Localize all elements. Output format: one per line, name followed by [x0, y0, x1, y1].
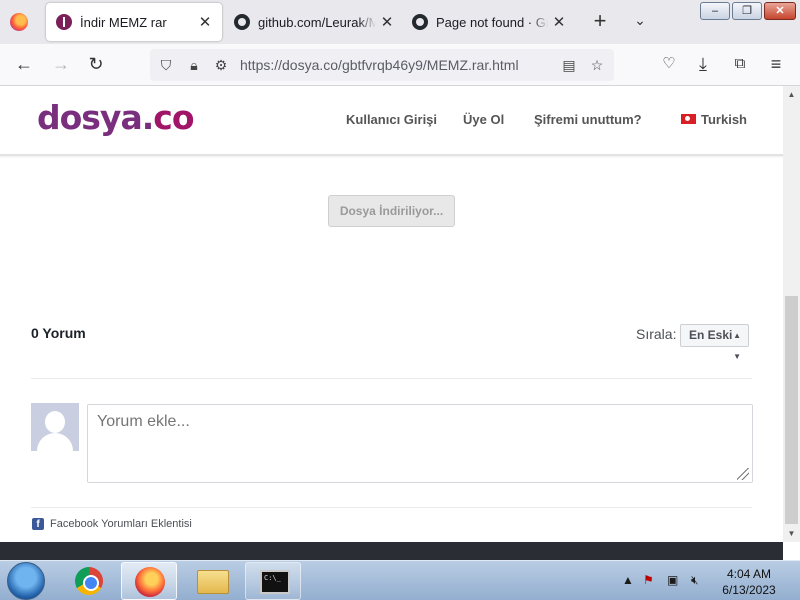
clock-time: 4:04 AM	[726, 567, 772, 581]
comment-input[interactable]	[87, 404, 753, 483]
taskbar-chrome[interactable]	[60, 562, 116, 600]
avatar	[31, 403, 79, 451]
scroll-up-icon[interactable]: ▲	[783, 86, 800, 103]
clock[interactable]: 4:04 AM 6/13/2023	[712, 566, 786, 598]
taskbar-file-explorer[interactable]	[184, 562, 240, 600]
dosya-icon	[56, 14, 72, 30]
url-text[interactable]: https://dosya.co/gbtfvrqb46y9/MEMZ.rar.h…	[240, 57, 519, 73]
permissions-icon[interactable]: ⚙	[212, 56, 230, 74]
firefox-view-icon[interactable]	[10, 13, 28, 31]
menu-login-link[interactable]: Kullanıcı Girişi	[346, 112, 437, 127]
start-button[interactable]	[7, 562, 45, 600]
scroll-thumb[interactable]	[785, 296, 798, 524]
chrome-icon	[75, 567, 103, 595]
plugin-label: Facebook Yorumları Eklentisi	[50, 518, 192, 530]
address-bar[interactable]: ⛉ 🔒︎ ⚙ https://dosya.co/gbtfvrqb46y9/MEM…	[150, 49, 614, 81]
tab-label: İndir MEMZ rar	[80, 14, 167, 30]
action-center-icon[interactable]: ⚑	[643, 573, 654, 587]
site-logo[interactable]: dosya.co	[37, 98, 195, 137]
comment-count: 0 Yorum	[31, 325, 86, 341]
sort-select[interactable]: En Eski ▲ ▼	[680, 324, 749, 361]
resize-handle-icon[interactable]	[737, 468, 749, 480]
logo-co-text: co	[153, 98, 194, 137]
taskbar-command-prompt[interactable]: C:\_	[245, 562, 301, 600]
clock-date: 6/13/2023	[722, 583, 776, 597]
page-content: dosya.co Kullanıcı Girişi Üye Ol Şifremi…	[0, 86, 783, 542]
turkey-flag-icon	[681, 114, 696, 124]
github-icon	[412, 14, 428, 30]
tab-github-memz[interactable]: github.com/Leurak/MEMZ ✕	[226, 0, 404, 44]
sort-label: Sırala:	[636, 326, 677, 342]
sort-arrows-icon: ▲ ▼	[733, 331, 741, 361]
language-selector[interactable]: Turkish	[681, 112, 747, 127]
lock-icon[interactable]: 🔒︎	[185, 56, 203, 74]
menu-register-link[interactable]: Üye Ol	[463, 112, 504, 127]
taskbar-firefox[interactable]	[121, 562, 177, 600]
logo-text: dosya.	[37, 98, 154, 137]
close-window-button[interactable]: ✕	[764, 2, 796, 20]
tab-dosya[interactable]: İndir MEMZ rar ✕	[46, 3, 222, 41]
download-button[interactable]: Dosya İndiriliyor...	[328, 195, 455, 227]
minimize-button[interactable]: ‒	[700, 2, 730, 20]
bookmark-star-icon[interactable]: ☆	[588, 56, 606, 74]
show-hidden-icons[interactable]: ▲	[622, 573, 634, 587]
network-icon[interactable]: ▣	[667, 573, 678, 587]
downloads-icon[interactable]: ⤓	[691, 53, 715, 77]
restore-button[interactable]: ❐	[732, 2, 762, 20]
scroll-down-icon[interactable]: ▼	[783, 525, 800, 542]
folder-icon	[197, 570, 229, 594]
tab-label: github.com/Leurak/MEMZ	[258, 14, 376, 30]
shield-icon[interactable]: ⛉	[157, 56, 175, 74]
divider	[31, 378, 752, 379]
back-icon[interactable]: ←	[12, 53, 36, 77]
page-footer-band	[0, 542, 783, 560]
close-tab-icon[interactable]: ✕	[194, 13, 216, 31]
tab-label: Page not found · GitHub	[436, 14, 548, 30]
forward-icon[interactable]: →	[49, 53, 73, 77]
menu-forgot-password-link[interactable]: Şifremi unuttum?	[534, 112, 642, 127]
list-all-tabs-icon[interactable]: ⌄	[630, 12, 650, 32]
menu-icon[interactable]: ≡	[764, 53, 788, 77]
tab-github-notfound[interactable]: Page not found · GitHub ✕	[404, 0, 576, 44]
facebook-icon: f	[32, 518, 44, 530]
divider	[31, 507, 752, 508]
pocket-icon[interactable]: ♡	[657, 53, 681, 77]
firefox-icon	[135, 567, 165, 597]
site-header: dosya.co Kullanıcı Girişi Üye Ol Şifremi…	[0, 86, 783, 156]
new-tab-button[interactable]: +	[588, 10, 612, 34]
close-tab-icon[interactable]: ✕	[548, 13, 570, 31]
facebook-plugin-link[interactable]: f Facebook Yorumları Eklentisi	[32, 518, 192, 530]
github-icon	[234, 14, 250, 30]
command-prompt-icon: C:\_	[260, 570, 290, 594]
tab-bar: İndir MEMZ rar ✕ github.com/Leurak/MEMZ …	[0, 0, 800, 44]
page-scrollbar[interactable]: ▲ ▼	[783, 86, 800, 542]
sort-selected-value: En Eski	[689, 328, 733, 342]
reader-view-icon[interactable]: ▤	[560, 56, 578, 74]
reload-icon[interactable]: ↻	[84, 53, 108, 77]
taskbar: C:\_ ▲ ⚑ ▣ 🔇︎ 4:04 AM 6/13/2023	[0, 560, 800, 600]
extensions-icon[interactable]: ⧉	[728, 53, 752, 77]
volume-muted-icon[interactable]: 🔇︎	[691, 573, 699, 588]
close-tab-icon[interactable]: ✕	[376, 13, 398, 31]
window-controls: ‒ ❐ ✕	[700, 2, 796, 20]
navigation-toolbar: ← → ↻ ⛉ 🔒︎ ⚙ https://dosya.co/gbtfvrqb46…	[0, 44, 800, 86]
language-label: Turkish	[701, 112, 747, 127]
